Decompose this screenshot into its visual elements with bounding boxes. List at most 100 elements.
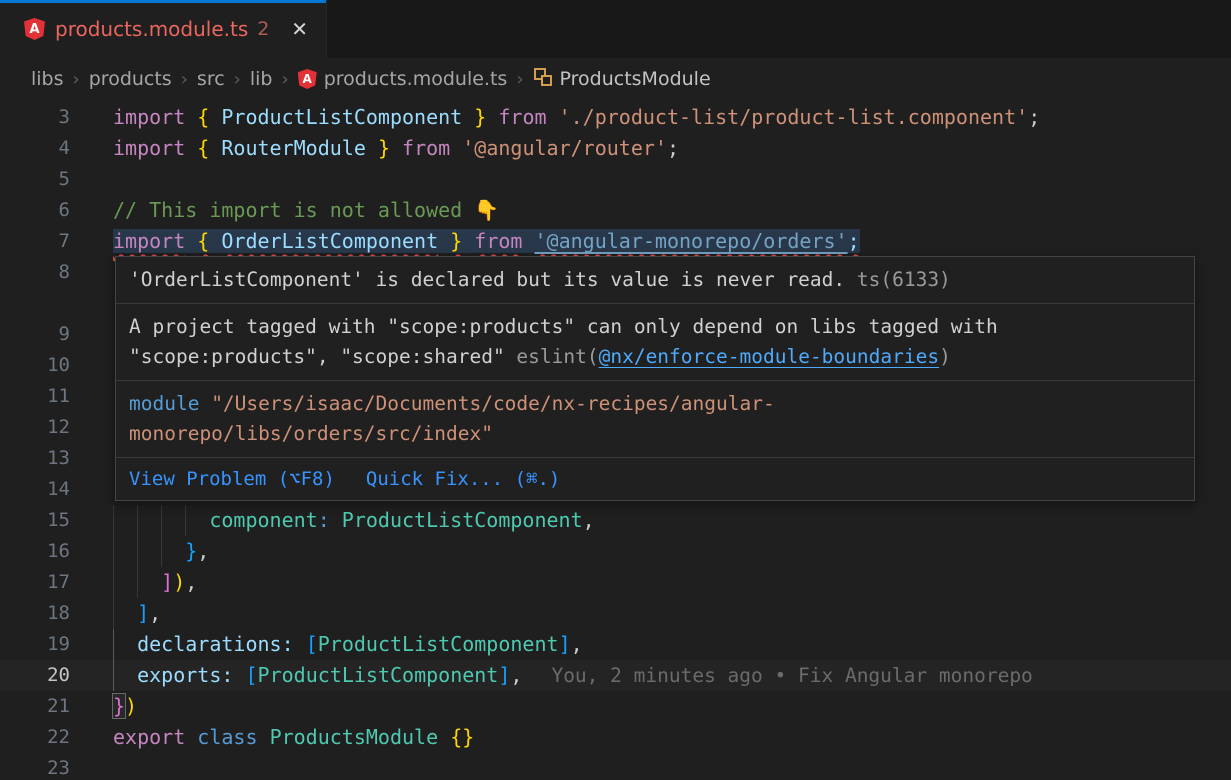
breadcrumb-item-productsmodule[interactable]: ProductsModule <box>533 67 711 92</box>
token: , <box>185 570 197 594</box>
line-number[interactable]: 19 <box>0 629 70 660</box>
token: , <box>197 539 209 563</box>
code-line-16: 16 }, <box>0 536 1231 567</box>
code-line-20: 20 exports: [ProductListComponent],You, … <box>0 660 1231 691</box>
rule-link[interactable]: @nx/enforce-module-boundaries <box>599 345 939 368</box>
line-number[interactable]: 23 <box>0 753 70 780</box>
line-number[interactable]: 22 <box>0 722 70 753</box>
breadcrumb-separator-icon: › <box>181 69 188 90</box>
line-number[interactable]: 20 <box>0 660 70 691</box>
breadcrumb-separator-icon: › <box>234 69 241 90</box>
code-line-17: 17 ]), <box>0 567 1231 598</box>
token: ] <box>498 663 510 687</box>
token: exports <box>137 663 221 687</box>
token <box>209 105 221 129</box>
line-number[interactable]: 18 <box>0 598 70 629</box>
breadcrumb-label: src <box>197 68 225 90</box>
token: from <box>498 105 546 129</box>
code-text: ], <box>113 598 161 629</box>
breadcrumb-label: libs <box>31 68 64 90</box>
view-problem-action[interactable]: View Problem (⌥F8) <box>129 464 335 494</box>
close-icon[interactable]: ✕ <box>287 15 312 43</box>
line-number[interactable]: 7 <box>0 226 70 257</box>
token: } <box>378 136 390 160</box>
breadcrumb-item-libs[interactable]: libs <box>31 68 64 90</box>
token <box>438 229 450 253</box>
token: 👇 <box>474 198 499 222</box>
token: import <box>113 229 185 253</box>
token <box>522 229 534 253</box>
line-number[interactable]: 6 <box>0 195 70 226</box>
line-number[interactable]: 12 <box>0 412 70 443</box>
token: import <box>113 136 185 160</box>
line-number[interactable]: 13 <box>0 443 70 474</box>
token: class <box>197 725 257 749</box>
token: from <box>402 136 450 160</box>
git-blame-annotation: You, 2 minutes ago • Fix Angular monorep… <box>551 664 1032 687</box>
breadcrumb-item-lib[interactable]: lib <box>250 68 273 90</box>
token: ; <box>667 136 679 160</box>
line-number[interactable]: 21 <box>0 691 70 722</box>
line-number[interactable]: 10 <box>0 350 70 381</box>
token: [ <box>245 663 257 687</box>
token: } <box>185 539 197 563</box>
token: ; <box>848 229 860 253</box>
token: ProductListComponent <box>258 663 499 687</box>
token: : <box>221 663 233 687</box>
code-line-21: 21}) <box>0 691 1231 722</box>
hover-message: 'OrderListComponent' is declared but its… <box>116 257 1194 304</box>
token: , <box>149 601 161 625</box>
hover-status-bar: View Problem (⌥F8) Quick Fix... (⌘.) <box>116 458 1194 500</box>
token <box>547 105 559 129</box>
token <box>113 601 137 625</box>
warning-squiggle: import { OrderListComponent } from '@ang… <box>113 229 860 253</box>
breadcrumb-item-products-module-ts[interactable]: Aproducts.module.ts <box>298 68 508 90</box>
breadcrumb-separator-icon: › <box>73 69 80 90</box>
line-number[interactable]: 8 <box>0 257 70 288</box>
line-number[interactable]: 11 <box>0 381 70 412</box>
code-line-7: 7 import { OrderListComponent } from '@an… <box>0 226 1231 257</box>
line-number[interactable]: 16 <box>0 536 70 567</box>
token: { <box>197 229 209 253</box>
breadcrumb-label: lib <box>250 68 273 90</box>
token <box>113 539 185 563</box>
code-line-4: 4import { RouterModule } from '@angular/… <box>0 133 1231 164</box>
hover-text: ts(6133) <box>845 268 951 291</box>
breadcrumb: libs › products › src › lib › Aproducts.module.t… <box>0 58 1231 100</box>
tab-title: products.module.ts <box>55 17 248 41</box>
token: '@angular/router' <box>462 136 667 160</box>
token: , <box>583 508 595 532</box>
quick-fix-action[interactable]: Quick Fix... (⌘.) <box>366 464 560 494</box>
token <box>450 136 462 160</box>
token: component <box>209 508 317 532</box>
tab-products-module[interactable]: A products.module.ts 2 ✕ <box>0 0 327 58</box>
line-number[interactable]: 14 <box>0 474 70 505</box>
code-line-3: 3import { ProductListComponent } from '.… <box>0 102 1231 133</box>
token <box>185 136 197 160</box>
line-number[interactable]: 4 <box>0 133 70 164</box>
code-text: declarations: [ProductListComponent], <box>113 629 583 660</box>
token: ] <box>559 632 571 656</box>
token: ProductListComponent <box>342 508 583 532</box>
breadcrumb-separator-icon: › <box>282 69 289 90</box>
token <box>113 632 137 656</box>
line-number[interactable]: 3 <box>0 102 70 133</box>
breadcrumb-item-src[interactable]: src <box>197 68 225 90</box>
line-number[interactable]: 15 <box>0 505 70 536</box>
hover-text: module <box>129 392 211 415</box>
code-line-18: 18 ], <box>0 598 1231 629</box>
code-line-6: 6// This import is not allowed 👇 <box>0 195 1231 226</box>
hover-message: A project tagged with "scope:products" c… <box>116 304 1194 381</box>
line-number[interactable]: 9 <box>0 319 70 350</box>
code-editor[interactable]: 3import { ProductListComponent } from '.… <box>0 100 1231 780</box>
token <box>462 105 474 129</box>
token <box>486 105 498 129</box>
line-number[interactable]: 5 <box>0 164 70 195</box>
hover-text: 'OrderListComponent' is declared but its… <box>129 268 845 291</box>
token: ] <box>161 570 173 594</box>
token <box>113 570 161 594</box>
breadcrumb-item-products[interactable]: products <box>89 68 172 90</box>
tab-bar: A products.module.ts 2 ✕ <box>0 0 1231 58</box>
line-number[interactable]: 17 <box>0 567 70 598</box>
token: OrderListComponent <box>221 229 438 253</box>
